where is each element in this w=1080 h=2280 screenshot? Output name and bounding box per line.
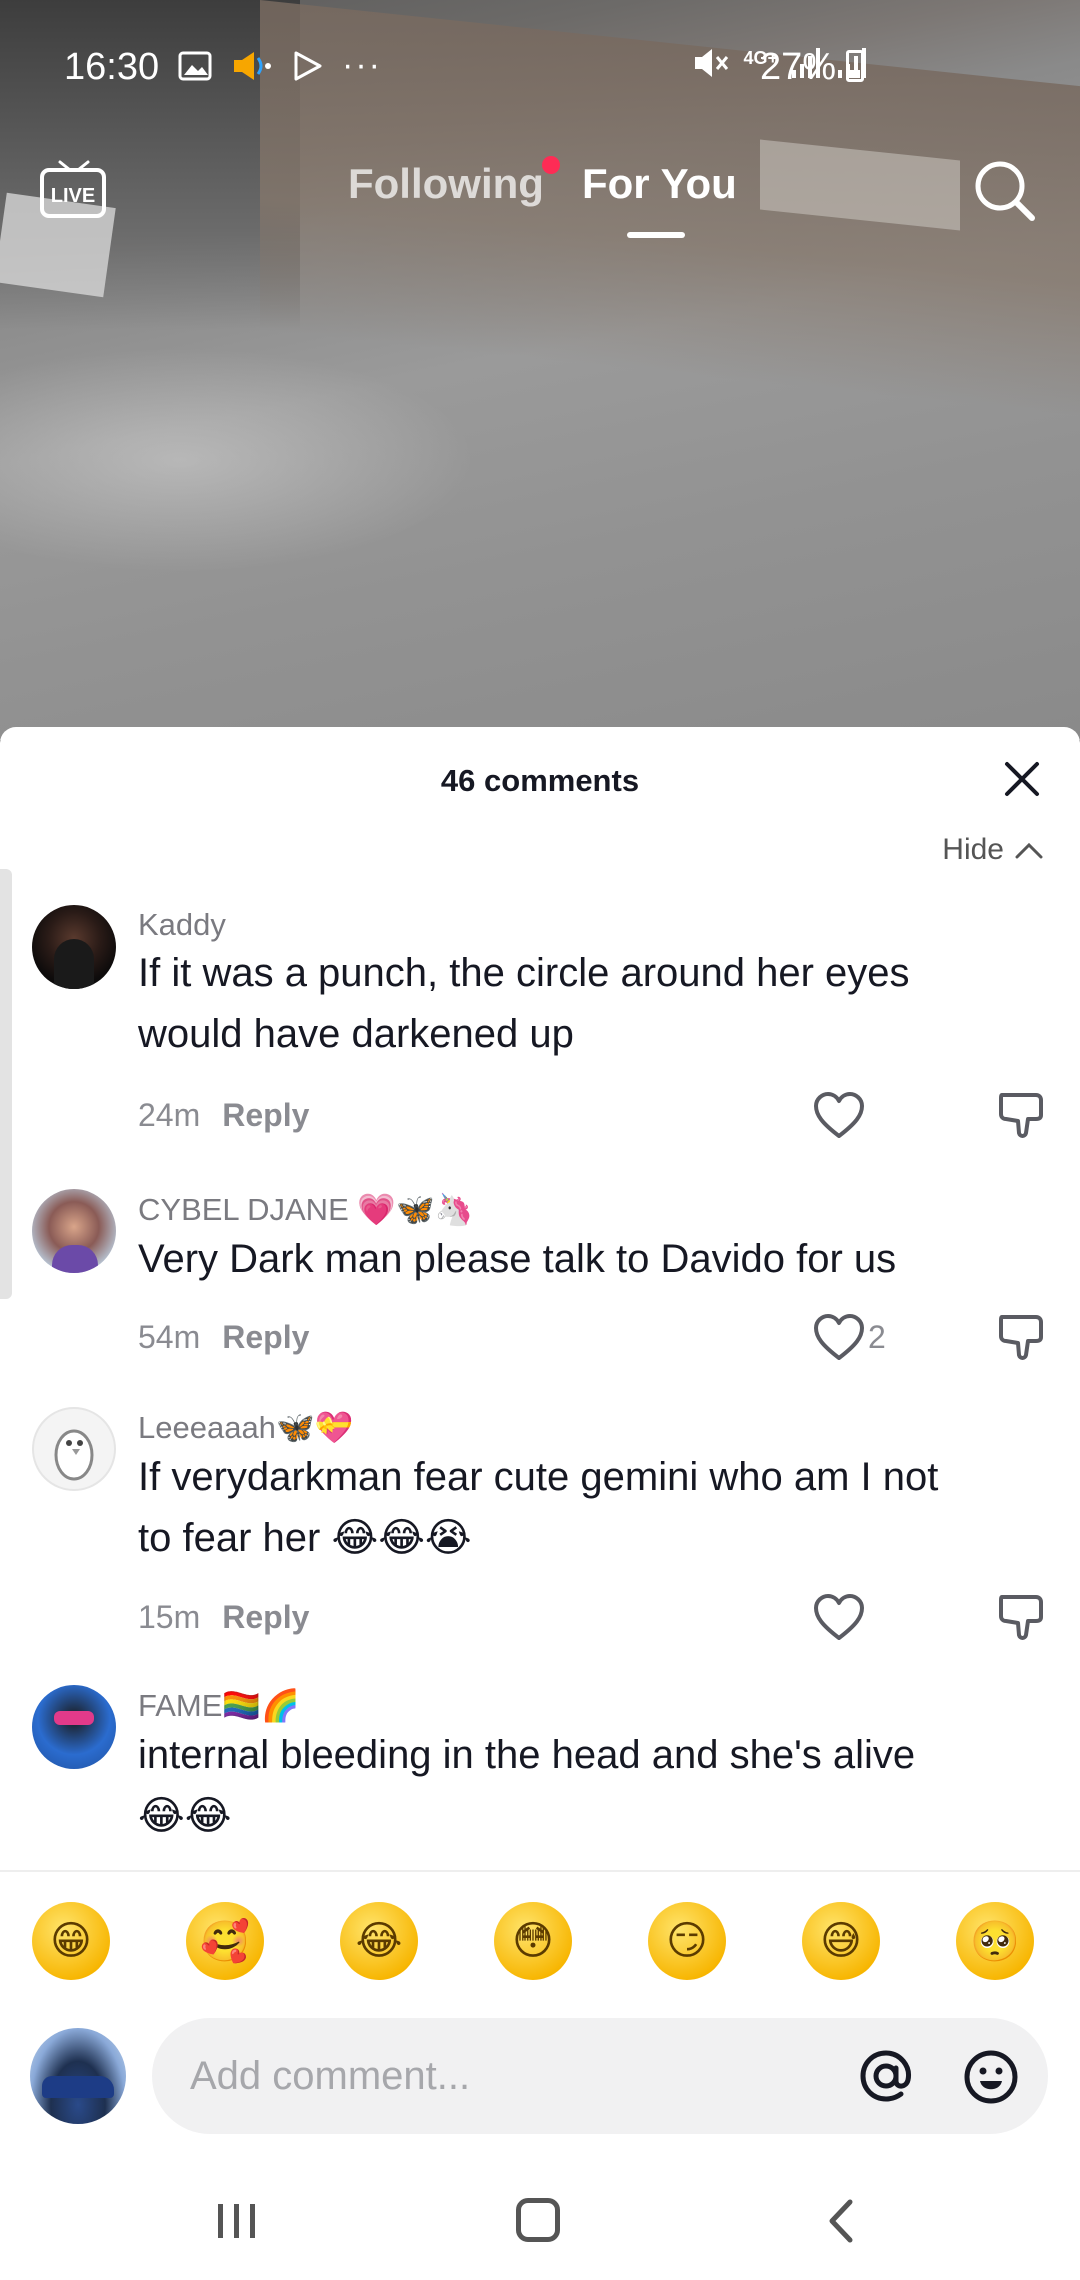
live-button[interactable]: LIVE [38, 158, 110, 220]
system-nav-bar [0, 2160, 1080, 2280]
comment-meta: 15m Reply [138, 1599, 309, 1636]
username-emojis: 🏳️‍🌈🌈 [222, 1688, 300, 1724]
comment-age: 24m [138, 1097, 201, 1133]
tab-for-you[interactable]: For You [582, 160, 737, 208]
active-tab-indicator [627, 232, 685, 238]
comment-age: 54m [138, 1319, 201, 1355]
back-icon[interactable] [822, 2196, 858, 2246]
hide-label: Hide [942, 833, 1004, 866]
heart-icon[interactable] [812, 1313, 866, 1363]
live-tv-icon: LIVE [40, 160, 106, 218]
username-emojis: 🦋💝 [275, 1410, 354, 1446]
more-dots-icon: ··· [342, 46, 382, 84]
status-bar: 16:30 ··· 4G+ 27% [0, 0, 1080, 130]
dislike-icon[interactable] [996, 1593, 1046, 1643]
gallery-icon [178, 51, 212, 80]
username-emojis: 💗🦋🦄 [357, 1192, 474, 1228]
avatar[interactable] [32, 1685, 116, 1769]
avatar-car [42, 2076, 114, 2098]
quick-emoji-tears-of-joy[interactable]: 😂 [340, 1902, 418, 1980]
close-comments-button[interactable] [1002, 759, 1042, 799]
status-time: 16:30 [64, 46, 160, 88]
heart-icon[interactable] [812, 1593, 866, 1643]
dislike-icon[interactable] [996, 1313, 1046, 1363]
comment-username[interactable]: FAME [138, 1688, 222, 1723]
like-count: 2 [868, 1319, 886, 1355]
following-notification-dot [542, 156, 560, 174]
search-button[interactable] [972, 158, 1038, 224]
reply-button[interactable]: Reply [222, 1097, 309, 1133]
quick-emoji-smirk[interactable]: 😏 [648, 1902, 726, 1980]
comment-meta: 54m Reply [138, 1319, 309, 1356]
battery-percent: 27% [760, 46, 837, 88]
quick-emoji-row: 😁 🥰 😂 😳 😏 😅 🥺 [0, 1870, 1080, 2010]
comment-item: FAME🏳️‍🌈🌈 internal bleeding in the head … [0, 1685, 1080, 1870]
tab-following[interactable]: Following [348, 160, 544, 208]
comment-username[interactable]: Leeeaaah [138, 1410, 276, 1445]
heart-icon[interactable] [812, 1091, 866, 1141]
quick-emoji-hearts[interactable]: 🥰 [186, 1902, 264, 1980]
quick-emoji-sweat-smile[interactable]: 😅 [802, 1902, 880, 1980]
avatar[interactable] [32, 905, 116, 989]
comment-username[interactable]: Kaddy [138, 907, 226, 943]
comment-text-body: internal bleeding in the head and she's … [138, 1733, 916, 1777]
comment-username-row: CYBEL DJANE 💗🦋🦄 [138, 1191, 473, 1228]
comment-text: If it was a punch, the circle around her… [138, 951, 910, 1056]
status-icons-left: ··· [178, 46, 382, 85]
reply-button[interactable]: Reply [222, 1319, 309, 1355]
comment-text: internal bleeding in the head and she's … [138, 1725, 958, 1847]
comment-text-emojis: 😂😂 [138, 1793, 232, 1839]
comment-text: Very Dark man please talk to Davido for … [138, 1237, 897, 1281]
mention-button[interactable] [858, 2048, 914, 2104]
avatar[interactable] [32, 1189, 116, 1273]
recent-apps-icon[interactable] [212, 2200, 262, 2242]
user-avatar[interactable] [30, 2028, 126, 2124]
emoji-picker-button[interactable] [962, 2048, 1020, 2106]
live-label: LIVE [51, 185, 95, 207]
smiley-icon [964, 2050, 1018, 2104]
reply-button[interactable]: Reply [222, 1599, 309, 1635]
quick-emoji-flushed[interactable]: 😳 [494, 1902, 572, 1980]
comment-username-row: FAME🏳️‍🌈🌈 [138, 1687, 300, 1724]
top-nav: LIVE Following For You [0, 140, 1080, 260]
scrollbar[interactable] [0, 869, 12, 1299]
avatar[interactable] [32, 1407, 116, 1491]
quick-emoji-pleading[interactable]: 🥺 [956, 1902, 1034, 1980]
battery-icon [846, 50, 864, 82]
dislike-icon[interactable] [996, 1091, 1046, 1141]
comment-username[interactable]: CYBEL DJANE [138, 1192, 349, 1227]
search-icon [975, 161, 1035, 221]
chevron-up-icon [1015, 842, 1043, 859]
comment-input-row [0, 2010, 1080, 2160]
play-store-icon [294, 51, 322, 80]
quick-emoji-grin[interactable]: 😁 [32, 1902, 110, 1980]
comment-text: If verydarkman fear cute gemini who am I… [138, 1447, 958, 1569]
speaker-icon [234, 51, 271, 80]
home-icon[interactable] [516, 2198, 560, 2242]
cartoon-bird-avatar-icon [54, 1429, 94, 1481]
at-mention-icon [860, 2050, 911, 2102]
mute-icon [695, 49, 729, 77]
hide-replies-toggle[interactable]: Hide [942, 833, 1044, 867]
comment-text-emojis: 😂😂😭 [331, 1515, 472, 1561]
comments-count-title: 46 comments [440, 763, 640, 798]
comment-text-body: If verydarkman fear cute gemini who am I… [138, 1455, 939, 1560]
comment-username-row: Leeeaaah🦋💝 [138, 1409, 353, 1446]
comment-age: 15m [138, 1599, 201, 1635]
comment-meta: 24m Reply [138, 1097, 309, 1134]
close-icon [1005, 762, 1039, 796]
